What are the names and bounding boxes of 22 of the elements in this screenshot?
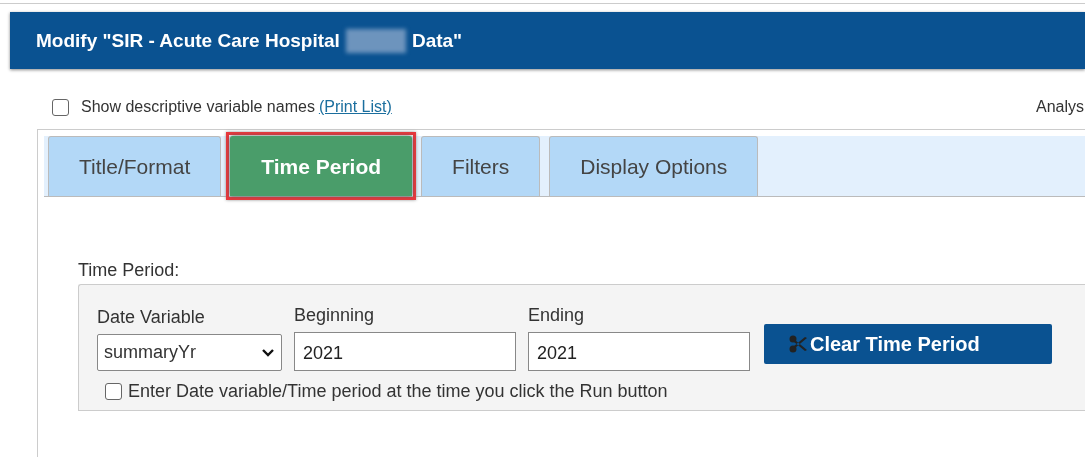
field-label: Beginning bbox=[294, 305, 376, 326]
field-label: Ending bbox=[528, 305, 586, 326]
scissors-icon bbox=[788, 334, 808, 354]
tab[interactable]: Title/Format bbox=[48, 136, 222, 196]
section-heading: Time Period: bbox=[78, 260, 181, 281]
field-label: Date Variable bbox=[97, 307, 206, 328]
window-title: Data" bbox=[411, 29, 463, 52]
checkbox-label: Show descriptive variable names bbox=[81, 98, 315, 116]
tab[interactable]: Filters bbox=[421, 136, 541, 196]
chevron-icon bbox=[261, 347, 275, 358]
date-variable-select[interactable]: summaryYr bbox=[97, 334, 282, 371]
tab[interactable]: Display Options bbox=[549, 136, 759, 196]
clear-time-period-button[interactable]: Clear Time Period bbox=[764, 324, 1052, 364]
print-list-link[interactable]: (Print List) bbox=[318, 98, 392, 116]
analysis-label: Analys bbox=[1035, 98, 1084, 116]
ending-field[interactable]: 2021 bbox=[528, 332, 750, 371]
checkbox-label: Enter Date variable/Time period at the time you click the Run button bbox=[128, 381, 668, 402]
tab[interactable]: Time Period bbox=[230, 136, 413, 196]
window-title: Modify "SIR - Acute Care Hospital bbox=[36, 29, 340, 52]
beginning-field[interactable]: 2021 bbox=[294, 332, 516, 371]
checkbox[interactable] bbox=[105, 383, 122, 400]
checkbox[interactable] bbox=[52, 98, 69, 116]
